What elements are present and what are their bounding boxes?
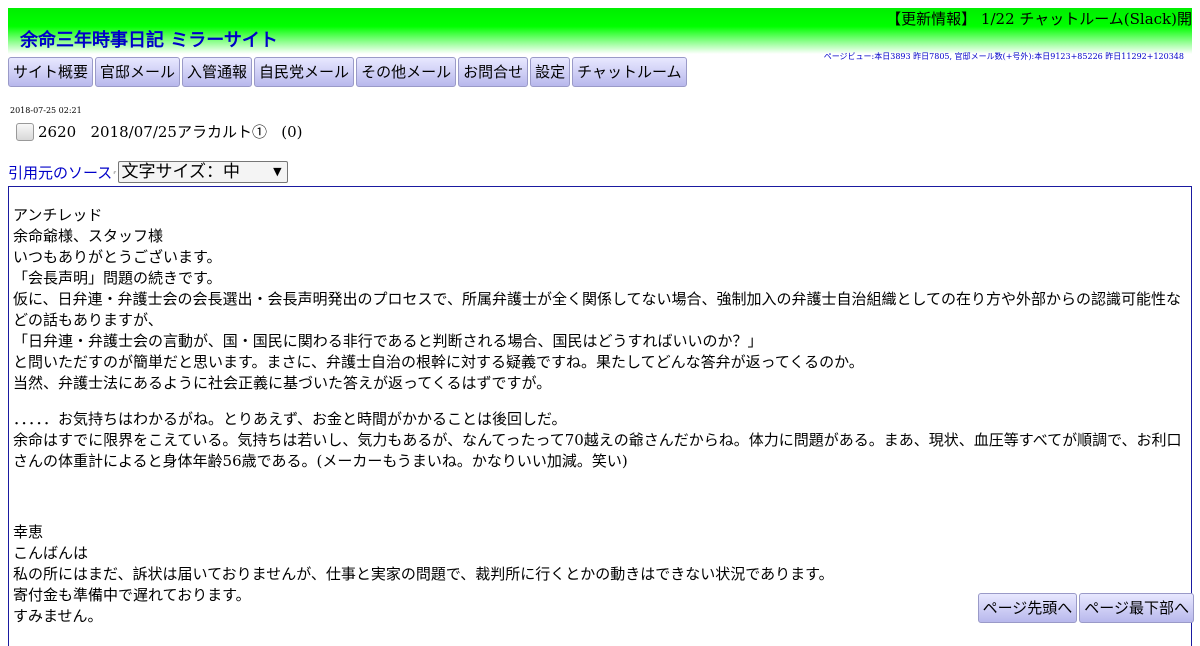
site-title[interactable]: 余命三年時事日記 ミラーサイト (20, 26, 278, 52)
page-jump-buttons: ページ先頭へ ページ最下部へ (977, 593, 1194, 623)
post-title[interactable]: 2018/07/25アラカルト① (91, 121, 267, 142)
update-news[interactable]: 【更新情報】 1/22 チャットルーム(Slack)開 (886, 8, 1192, 29)
header-banner: 【更新情報】 1/22 チャットルーム(Slack)開 余命三年時事日記 ミラー… (8, 8, 1192, 61)
external-link-icon: ⌜ (113, 171, 117, 179)
nav-settings[interactable]: 設定 (530, 57, 571, 87)
content-line: 当然、弁護士法にあるように社会正義に基づいた答えが返ってくるはずですが。 (13, 374, 552, 392)
pageview-counter: ページビュー:本日3893 昨日7805, 官邸メール数(+号外):本日9123… (823, 52, 1184, 61)
source-link[interactable]: 引用元のソース (8, 162, 112, 183)
post-checkbox[interactable] (16, 122, 34, 141)
font-size-select[interactable]: 文字サイズ：中 ▼ (117, 161, 288, 183)
content-line: 私の所にはまだ、訴状は届いておりませんが、仕事と実家の問題で、裁判所に行くとかの… (13, 565, 834, 583)
nav-site-overview[interactable]: サイト概要 (8, 57, 94, 87)
nav-kantei-mail[interactable]: 官邸メール (95, 57, 181, 87)
content-line: 「日弁連・弁護士会の言動が、国・国民に関わる非行であると判断される場合、国民はど… (13, 332, 763, 350)
content-line: 「会長声明」問題の続きです。 (13, 269, 222, 287)
source-row: 引用元のソース ⌜ 文字サイズ：中 ▼ (8, 161, 288, 183)
content-line: 幸恵 (13, 523, 44, 541)
nav-immigration-report[interactable]: 入管通報 (182, 57, 253, 87)
content-line: 余命爺様、スタッフ様 (13, 227, 164, 245)
post-header: 2620 2018/07/25アラカルト① (0) (16, 121, 303, 142)
main-nav: サイト概要 官邸メール 入管通報 自民党メール その他メール お問合せ 設定 チ… (8, 57, 687, 87)
post-datetime: 2018-07-25 02:21 (10, 106, 82, 115)
nav-contact[interactable]: お問合せ (458, 57, 529, 87)
post-number: 2620 (38, 122, 77, 141)
content-line: アンチレッド (13, 206, 103, 224)
content-line: 余命はすでに限界をこえている。気持ちは若いし、気力もあるが、なんてったって70越… (13, 431, 1182, 470)
content-line: ．．．．．お気持ちはわかるがね。とりあえず、お金と時間がかかることは後回しだ。 (13, 410, 567, 428)
nav-ldp-mail[interactable]: 自民党メール (254, 57, 355, 87)
page-top-button[interactable]: ページ先頭へ (977, 593, 1078, 623)
content-line: 仮に、日弁連・弁護士会の会長選出・会長声明発出のプロセスで、所属弁護士が全く関係… (13, 290, 1182, 329)
page-bottom-button[interactable]: ページ最下部へ (1079, 593, 1194, 623)
article-body: アンチレッド 余命爺様、スタッフ様 いつもありがとうございます。 「会長声明」問… (8, 186, 1192, 646)
content-line: いつもありがとうございます。 (13, 248, 222, 266)
font-size-value: 文字サイズ：中 (121, 162, 241, 182)
content-line: こんばんは (13, 544, 89, 562)
content-line: と問いただすのが簡単だと思います。まさに、弁護士自治の根幹に対する疑義ですね。果… (13, 353, 864, 371)
dropdown-caret-icon: ▼ (273, 165, 282, 178)
comment-count[interactable]: (0) (281, 123, 302, 141)
nav-other-mail[interactable]: その他メール (356, 57, 457, 87)
nav-chat-room[interactable]: チャットルーム (572, 57, 687, 87)
